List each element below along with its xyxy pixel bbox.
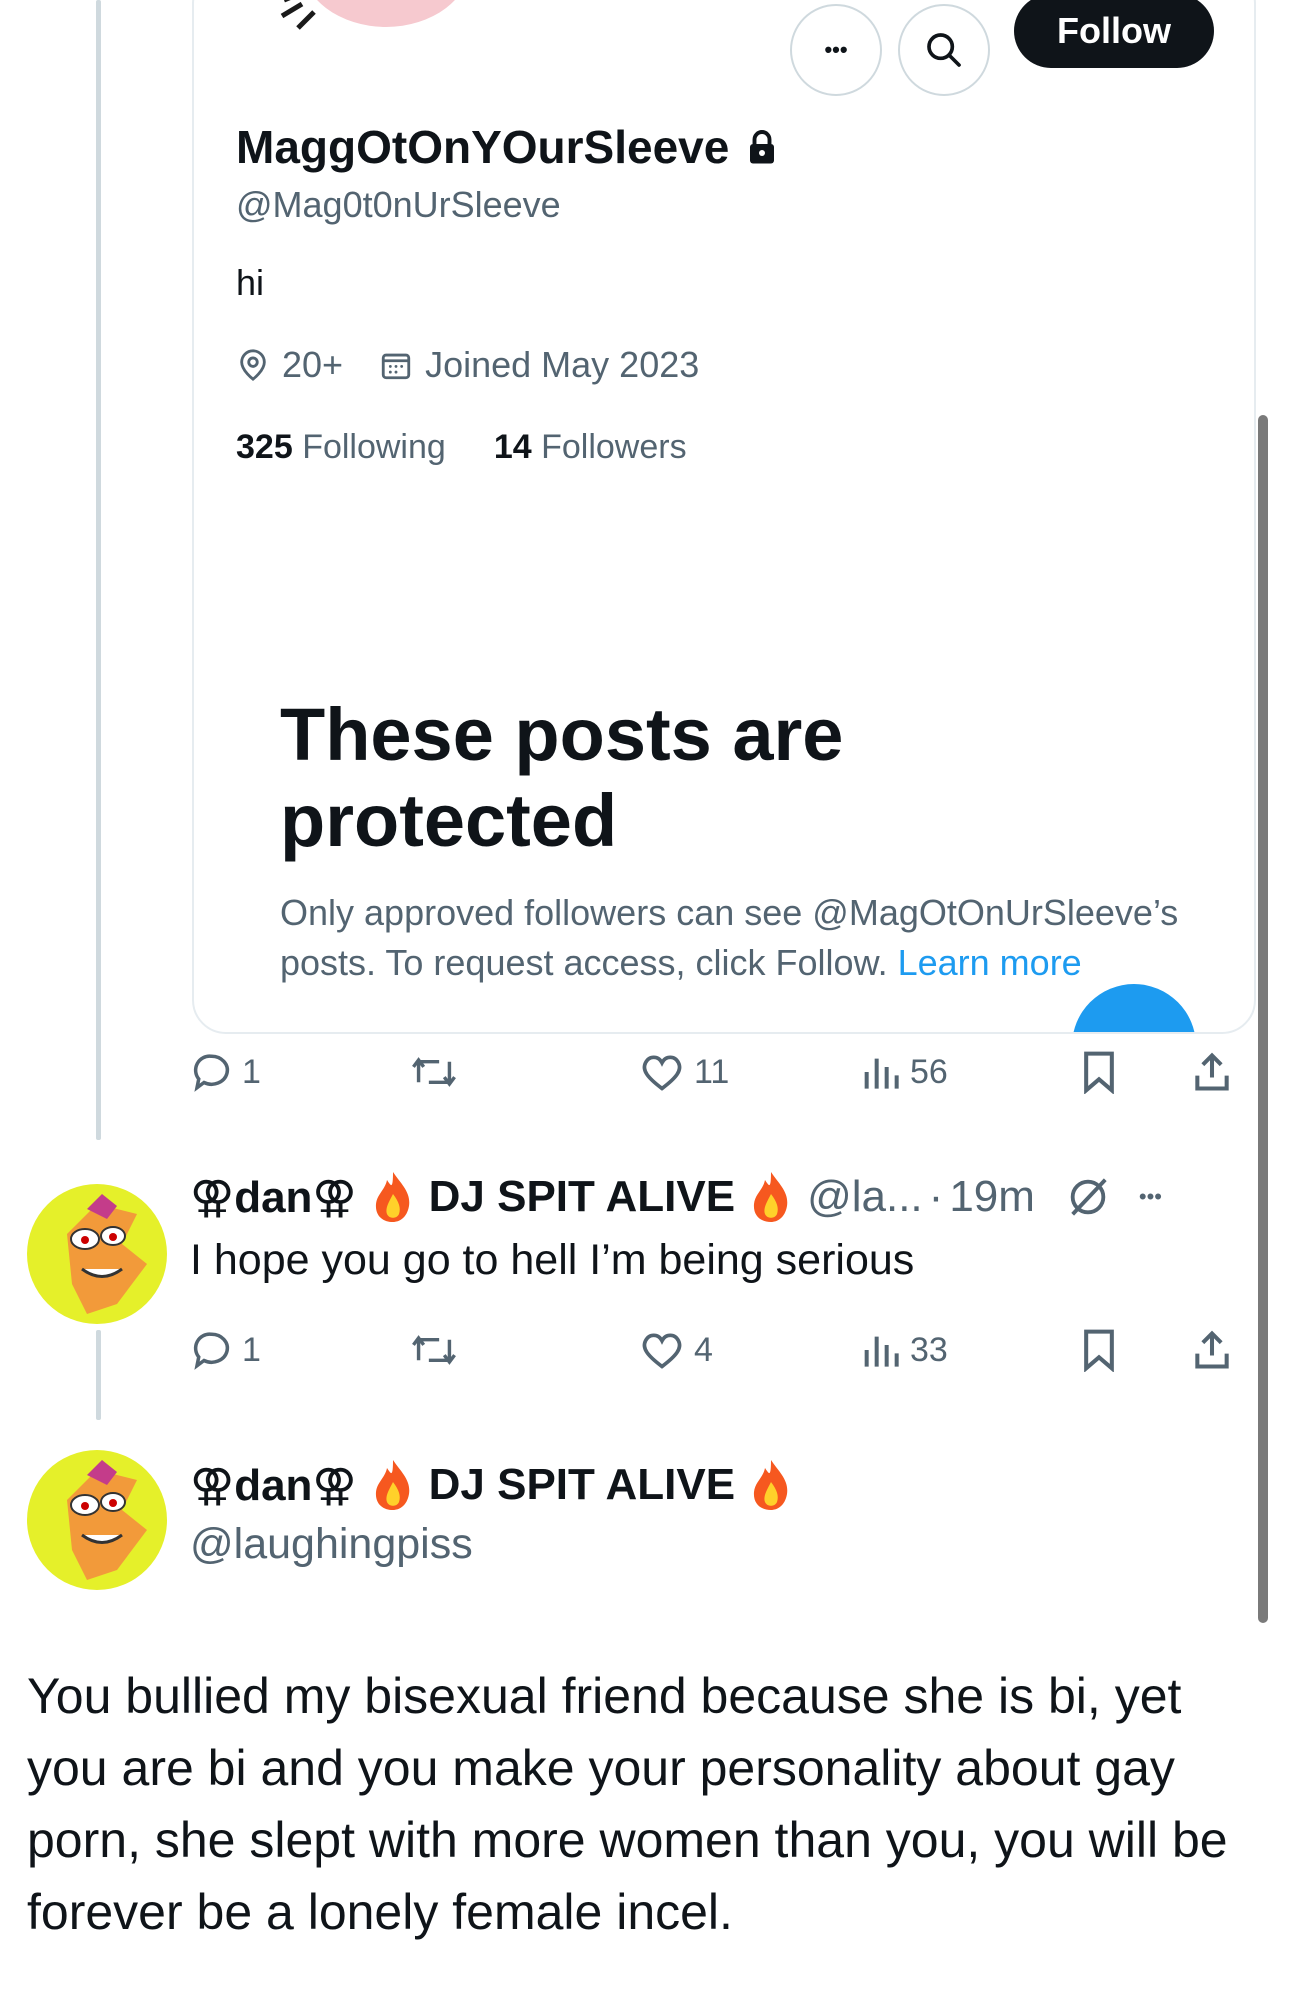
reply-handle[interactable]: @la... xyxy=(807,1172,923,1222)
main-post-handle[interactable]: @laughingpiss xyxy=(190,1520,473,1569)
bookmark-icon xyxy=(1084,1329,1114,1372)
quoted-post-actions: 1 11 56 xyxy=(190,1042,1250,1102)
thread-line-top xyxy=(96,0,101,1140)
pink-cartoon-avatar xyxy=(280,0,455,30)
search-button[interactable] xyxy=(898,4,990,96)
main-post-text: You bullied my bisexual friend because s… xyxy=(27,1668,1228,1940)
bookmark-icon xyxy=(1084,1051,1114,1094)
views-icon xyxy=(864,1058,899,1089)
grok-icon[interactable] xyxy=(1065,1174,1111,1220)
followers-link[interactable]: 14 Followers xyxy=(494,428,687,467)
thread-line-mid xyxy=(96,1330,101,1420)
share-icon xyxy=(1195,1052,1229,1091)
heart-icon xyxy=(642,1333,682,1369)
share-icon xyxy=(1195,1330,1229,1369)
like-action[interactable]: 11 xyxy=(640,1042,729,1102)
avatar[interactable] xyxy=(27,1450,167,1590)
following-count: 325 xyxy=(236,428,293,466)
bookmark-action[interactable] xyxy=(1080,1042,1118,1102)
repost-icon xyxy=(412,1057,456,1087)
fire-emoji-icon xyxy=(375,1172,409,1222)
views-action[interactable]: 33 xyxy=(860,1320,948,1380)
views-action[interactable]: 56 xyxy=(860,1042,948,1102)
compose-fab-button[interactable] xyxy=(1072,984,1196,1032)
profile-counts: 325 Following 14 Followers xyxy=(236,428,687,467)
search-icon xyxy=(927,33,961,67)
scrollbar[interactable] xyxy=(1258,415,1268,1623)
repost-action[interactable] xyxy=(410,1042,458,1102)
fire-emoji-icon xyxy=(753,1172,788,1222)
following-link[interactable]: 325 Following xyxy=(236,428,446,467)
location-icon xyxy=(240,349,266,381)
like-count: 4 xyxy=(694,1330,713,1369)
fire-emoji-icon xyxy=(375,1460,409,1510)
reply-text: I hope you go to hell I’m being serious xyxy=(190,1236,915,1284)
more-options-button[interactable]: ••• xyxy=(790,4,882,96)
calendar-icon xyxy=(381,353,411,380)
reply-icon xyxy=(193,1332,230,1370)
followers-label: Followers xyxy=(541,428,687,466)
main-name-part2: DJ SPIT ALIVE xyxy=(428,1460,736,1509)
reply-count: 1 xyxy=(242,1052,261,1091)
views-count: 33 xyxy=(910,1330,948,1369)
reply-time[interactable]: 19m xyxy=(949,1172,1035,1222)
follow-button[interactable]: Follow xyxy=(1014,0,1214,68)
lock-icon xyxy=(750,130,775,164)
protected-title: These posts are protected xyxy=(280,693,844,862)
reply-action[interactable]: 1 xyxy=(190,1320,261,1380)
learn-more-link[interactable]: Learn more xyxy=(898,942,1082,983)
main-post-name[interactable]: ⚢dan⚢ DJ SPIT ALIVE xyxy=(190,1458,807,1512)
reply-more-icon[interactable]: ••• xyxy=(1139,1184,1162,1210)
profile-location: 20+ xyxy=(282,344,344,385)
repost-icon xyxy=(412,1335,456,1365)
fire-emoji-icon xyxy=(753,1460,788,1510)
repost-action[interactable] xyxy=(410,1320,458,1380)
reply-count: 1 xyxy=(242,1330,261,1369)
reply-name-part2[interactable]: DJ SPIT ALIVE xyxy=(429,1172,735,1222)
profile-name-text: MaggOtOnYOurSleeve xyxy=(236,121,730,173)
followers-count: 14 xyxy=(493,428,532,466)
profile-handle: @Mag0t0nUrSleeve xyxy=(236,184,561,225)
dragon-avatar-image xyxy=(67,1460,147,1580)
views-icon xyxy=(864,1336,899,1367)
main-name-part1: ⚢dan⚢ xyxy=(190,1460,357,1510)
profile-bio: hi xyxy=(236,262,265,303)
profile-meta: 20+ Joined May 2023 xyxy=(236,344,735,386)
profile-display-name: MaggOtOnYOurSleeve xyxy=(236,120,777,174)
heart-icon xyxy=(642,1055,682,1091)
views-count: 56 xyxy=(910,1052,948,1091)
share-action[interactable] xyxy=(1190,1320,1234,1380)
reply-actions: 1 4 33 xyxy=(190,1320,1250,1380)
more-icon: ••• xyxy=(824,37,848,62)
like-count: 11 xyxy=(694,1052,730,1091)
following-label: Following xyxy=(302,428,446,466)
reply-name-part1[interactable]: ⚢dan⚢ xyxy=(190,1172,357,1223)
quoted-profile-card[interactable]: ••• Follow MaggOtOnYOurSleeve @Mag0t0nUr… xyxy=(192,0,1256,1034)
like-action[interactable]: 4 xyxy=(640,1320,713,1380)
share-action[interactable] xyxy=(1190,1042,1234,1102)
protected-description: Only approved followers can see @MagOtOn… xyxy=(280,888,1180,988)
reply-header: ⚢dan⚢ DJ SPIT ALIVE @la... · 19m ••• xyxy=(190,1170,1162,1224)
profile-joined: Joined May 2023 xyxy=(425,344,700,385)
reply-separator: · xyxy=(928,1172,944,1221)
reply-icon xyxy=(193,1054,230,1092)
reply-action[interactable]: 1 xyxy=(190,1042,261,1102)
dragon-avatar-image xyxy=(67,1194,147,1314)
bookmark-action[interactable] xyxy=(1080,1320,1118,1380)
avatar[interactable] xyxy=(27,1184,167,1324)
